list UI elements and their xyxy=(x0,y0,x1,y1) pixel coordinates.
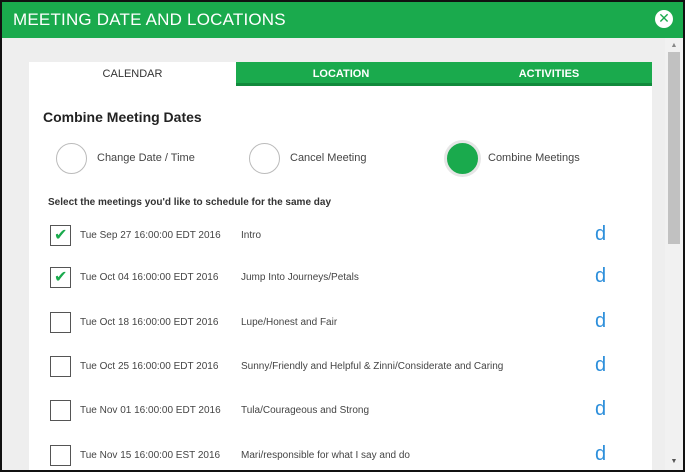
meeting-action-link[interactable]: d xyxy=(595,444,606,464)
dialog-body: CALENDAR LOCATION ACTIVITIES Combine Mee… xyxy=(2,38,683,470)
close-button[interactable]: ✕ xyxy=(655,10,673,28)
option-label: Change Date / Time xyxy=(97,152,195,164)
radio-change-date-time[interactable] xyxy=(56,142,87,174)
option-combine-meetings[interactable]: Combine Meetings xyxy=(447,142,580,174)
scroll-up-arrow-icon[interactable]: ▲ xyxy=(665,40,683,52)
meeting-checkbox[interactable] xyxy=(50,312,71,333)
meeting-row: Tue Nov 01 16:00:00 EDT 2016 Tula/Courag… xyxy=(50,399,630,424)
dialog-titlebar: MEETING DATE AND LOCATIONS ✕ xyxy=(2,2,683,38)
meeting-date: Tue Nov 15 16:00:00 EST 2016 xyxy=(80,450,221,461)
meeting-checkbox[interactable]: ✔ xyxy=(50,225,71,246)
dialog-title: MEETING DATE AND LOCATIONS xyxy=(13,10,286,29)
meeting-row: Tue Oct 25 16:00:00 EDT 2016 Sunny/Frien… xyxy=(50,355,630,380)
tab-location[interactable]: LOCATION xyxy=(236,62,446,86)
radio-combine-meetings[interactable] xyxy=(447,142,478,174)
scrollbar-thumb[interactable] xyxy=(668,52,680,244)
meeting-action-link[interactable]: d xyxy=(595,399,606,419)
content-panel: CALENDAR LOCATION ACTIVITIES Combine Mee… xyxy=(29,62,652,470)
meeting-action-link[interactable]: d xyxy=(595,355,606,375)
option-label: Combine Meetings xyxy=(488,152,580,164)
close-circle-icon: ✕ xyxy=(658,11,670,27)
checkmark-icon: ✔ xyxy=(54,225,68,244)
meeting-date: Tue Sep 27 16:00:00 EDT 2016 xyxy=(80,230,221,241)
meeting-checkbox[interactable] xyxy=(50,445,71,466)
option-label: Cancel Meeting xyxy=(290,152,367,164)
meeting-date: Tue Nov 01 16:00:00 EDT 2016 xyxy=(80,405,221,416)
meeting-row: Tue Nov 15 16:00:00 EST 2016 Mari/respon… xyxy=(50,444,630,469)
meeting-checkbox[interactable] xyxy=(50,356,71,377)
option-change-date-time[interactable]: Change Date / Time xyxy=(56,142,195,174)
radio-cancel-meeting[interactable] xyxy=(249,142,280,174)
scroll-down-arrow-icon[interactable]: ▼ xyxy=(665,456,683,468)
tab-bar: CALENDAR LOCATION ACTIVITIES xyxy=(29,62,652,86)
meeting-checkbox[interactable] xyxy=(50,400,71,421)
meeting-date: Tue Oct 18 16:00:00 EDT 2016 xyxy=(80,317,219,328)
meeting-row: Tue Oct 18 16:00:00 EDT 2016 Lupe/Honest… xyxy=(50,311,630,336)
instructions-text: Select the meetings you'd like to schedu… xyxy=(48,197,332,208)
meeting-checkbox[interactable]: ✔ xyxy=(50,267,71,288)
meeting-name: Sunny/Friendly and Helpful & Zinni/Consi… xyxy=(241,361,504,372)
section-heading: Combine Meeting Dates xyxy=(43,109,202,125)
checkmark-icon: ✔ xyxy=(54,267,68,286)
meeting-action-link[interactable]: d xyxy=(595,224,606,244)
tab-activities[interactable]: ACTIVITIES xyxy=(446,62,652,86)
meeting-date: Tue Oct 04 16:00:00 EDT 2016 xyxy=(80,272,219,283)
meeting-action-link[interactable]: d xyxy=(595,266,606,286)
meeting-name: Mari/responsible for what I say and do xyxy=(241,450,410,461)
tab-calendar[interactable]: CALENDAR xyxy=(29,62,236,86)
meeting-dialog: MEETING DATE AND LOCATIONS ✕ CALENDAR LO… xyxy=(0,0,685,472)
meeting-row: ✔ Tue Oct 04 16:00:00 EDT 2016 Jump Into… xyxy=(50,266,630,291)
meeting-name: Intro xyxy=(241,230,262,241)
meeting-name: Lupe/Honest and Fair xyxy=(241,317,338,328)
meeting-name: Tula/Courageous and Strong xyxy=(241,405,370,416)
meeting-action-link[interactable]: d xyxy=(595,311,606,331)
meeting-row: ✔ Tue Sep 27 16:00:00 EDT 2016 Intro d xyxy=(50,224,630,249)
meeting-name: Jump Into Journeys/Petals xyxy=(241,272,359,283)
meeting-date: Tue Oct 25 16:00:00 EDT 2016 xyxy=(80,361,219,372)
option-cancel-meeting[interactable]: Cancel Meeting xyxy=(249,142,366,174)
vertical-scrollbar[interactable]: ▲ ▼ xyxy=(665,38,683,470)
